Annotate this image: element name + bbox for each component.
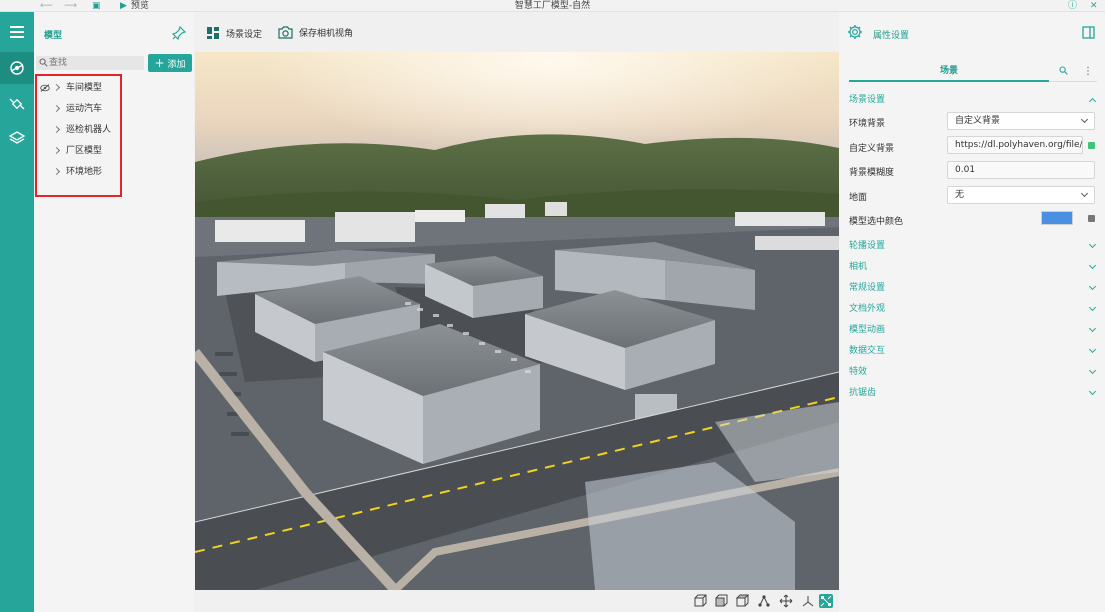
title-bar: ⟵ ⟶ ▣ ▶ 预览 智慧工厂模型-自然 ⓘ ✕ xyxy=(0,0,1105,12)
section-label: 数据交互 xyxy=(849,346,886,356)
section-antialias[interactable]: 抗锯齿 xyxy=(849,385,1097,401)
more-icon[interactable]: ⋮ xyxy=(1083,66,1093,77)
env-bg-label: 环境背景 xyxy=(849,119,886,129)
ground-value: 无 xyxy=(955,190,965,200)
layers-nav-icon[interactable] xyxy=(0,122,34,154)
cube-top-icon[interactable] xyxy=(735,594,749,608)
chevron-down-icon xyxy=(1088,282,1097,291)
select-color-label: 模型选中颜色 xyxy=(849,217,904,227)
chevron-down-icon xyxy=(1080,115,1089,124)
chevron-down-icon xyxy=(1088,366,1097,375)
dashboard-icon xyxy=(207,27,219,39)
save-camera-label: 保存相机视角 xyxy=(299,29,354,39)
color-swatch[interactable] xyxy=(1041,211,1073,225)
section-label: 文档外观 xyxy=(849,304,886,314)
chevron-down-icon xyxy=(1088,261,1097,270)
left-rail xyxy=(0,12,34,612)
save-camera-button[interactable]: 保存相机视角 xyxy=(278,26,353,39)
blur-input[interactable]: 0.01 xyxy=(947,161,1095,179)
blur-label: 背景模糊度 xyxy=(849,168,895,178)
section-scene-settings[interactable]: 场景设置 xyxy=(849,92,1097,108)
highlight-box xyxy=(35,74,122,197)
add-button[interactable]: + 添加 xyxy=(148,54,192,72)
factory-scene xyxy=(195,52,839,590)
pin-button[interactable] xyxy=(172,26,192,40)
axis-icon[interactable] xyxy=(801,594,815,608)
section-animation[interactable]: 模型动画 xyxy=(849,322,1097,338)
reset-color-icon[interactable] xyxy=(1088,215,1095,222)
properties-panel: 属性设置 场景 ⋮ 场景设置 环境背景 自定义背景 自定义背景 https://… xyxy=(839,12,1105,612)
add-label: 添加 xyxy=(167,60,186,70)
section-appearance[interactable]: 文档外观 xyxy=(849,301,1097,317)
chevron-down-icon xyxy=(1088,345,1097,354)
chevron-down-icon xyxy=(1088,303,1097,312)
chevron-up-icon xyxy=(1088,97,1097,106)
env-bg-select[interactable]: 自定义背景 xyxy=(947,112,1095,130)
scene-settings-label: 场景设定 xyxy=(226,29,263,40)
chevron-down-icon xyxy=(1088,240,1097,249)
section-label: 常规设置 xyxy=(849,283,886,293)
section-general[interactable]: 常规设置 xyxy=(849,280,1097,296)
help-icon[interactable]: ⓘ xyxy=(1068,0,1077,12)
gear-icon xyxy=(848,25,862,39)
search-icon xyxy=(39,58,48,67)
cube-front-icon[interactable] xyxy=(693,594,707,608)
model-nav-icon[interactable] xyxy=(0,52,34,84)
section-data[interactable]: 数据交互 xyxy=(849,343,1097,359)
window-title: 智慧工厂模型-自然 xyxy=(514,1,591,11)
section-label: 场景设置 xyxy=(849,95,886,105)
env-bg-value: 自定义背景 xyxy=(955,116,1001,126)
camera-icon xyxy=(278,26,293,39)
panel-title: 模型 xyxy=(44,31,63,41)
satellite-nav-icon[interactable] xyxy=(0,88,34,120)
status-dot-icon xyxy=(1088,142,1095,149)
section-label: 特效 xyxy=(849,367,868,377)
custom-bg-label: 自定义背景 xyxy=(849,144,895,154)
search-input[interactable] xyxy=(49,56,141,70)
section-label: 模型动画 xyxy=(849,325,886,335)
top-toolbar: 场景设定 保存相机视角 xyxy=(160,12,840,52)
transform-icon[interactable] xyxy=(819,594,833,608)
chevron-down-icon xyxy=(1088,387,1097,396)
cube-side-icon[interactable] xyxy=(714,594,728,608)
properties-title: 属性设置 xyxy=(873,31,910,41)
tab-scene[interactable]: 场景 xyxy=(849,64,1049,82)
chevron-down-icon xyxy=(1080,189,1089,198)
viewport-toolbar xyxy=(195,590,839,612)
properties-tabs: 场景 ⋮ xyxy=(849,64,1097,82)
node-graph-icon[interactable] xyxy=(757,594,771,608)
section-label: 轮播设置 xyxy=(849,241,886,251)
scene-settings-button[interactable]: 场景设定 xyxy=(206,26,262,40)
ground-label: 地面 xyxy=(849,193,868,203)
section-carousel[interactable]: 轮播设置 xyxy=(849,238,1097,254)
search-icon[interactable] xyxy=(1059,66,1068,75)
close-icon[interactable]: ✕ xyxy=(1090,0,1098,12)
section-label: 相机 xyxy=(849,262,868,272)
move-icon[interactable] xyxy=(779,594,793,608)
ground-select[interactable]: 无 xyxy=(947,186,1095,204)
custom-bg-input[interactable]: https://dl.polyhaven.org/file/ xyxy=(947,136,1083,154)
section-label: 抗锯齿 xyxy=(849,388,877,398)
panel-toggle-icon[interactable] xyxy=(1082,26,1095,39)
plus-icon: + xyxy=(154,56,165,70)
chevron-down-icon xyxy=(1088,324,1097,333)
properties-header: 属性设置 xyxy=(839,12,1105,52)
pin-icon xyxy=(172,26,186,40)
section-camera[interactable]: 相机 xyxy=(849,259,1097,275)
menu-icon[interactable] xyxy=(0,12,34,52)
search-box xyxy=(36,56,144,70)
scene-viewport[interactable] xyxy=(195,52,839,590)
section-effects[interactable]: 特效 xyxy=(849,364,1097,380)
